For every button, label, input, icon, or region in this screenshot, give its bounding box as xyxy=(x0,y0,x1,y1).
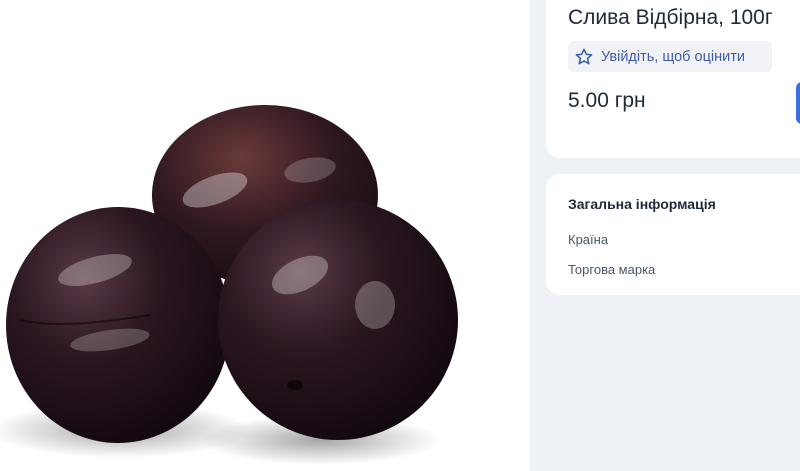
product-title: Слива Відбірна, 100г xyxy=(568,6,773,29)
title-card: Слива Відбірна, 100г Увійдіть, щоб оціни… xyxy=(546,0,800,158)
plums-image xyxy=(0,105,458,465)
plum-front xyxy=(218,200,458,440)
product-page: Слива Відбірна, 100г Увійдіть, щоб оціни… xyxy=(0,0,800,471)
info-row-brand: Торгова марка xyxy=(568,262,656,277)
product-details: Слива Відбірна, 100г Увійдіть, щоб оціни… xyxy=(546,0,800,471)
plum-left xyxy=(6,207,230,443)
rate-label: Увійдіть, щоб оцінити xyxy=(601,48,745,65)
star-outline-icon xyxy=(575,48,593,64)
rate-login-button[interactable]: Увійдіть, щоб оцінити xyxy=(568,41,772,72)
info-row-country: Країна xyxy=(568,232,609,247)
add-to-cart-button[interactable] xyxy=(796,82,800,124)
product-price: 5.00 грн xyxy=(568,89,646,112)
info-heading: Загальна інформація xyxy=(568,196,716,212)
product-image[interactable] xyxy=(0,0,530,471)
general-info-card: Загальна інформація Країна Торгова марка xyxy=(546,174,800,295)
